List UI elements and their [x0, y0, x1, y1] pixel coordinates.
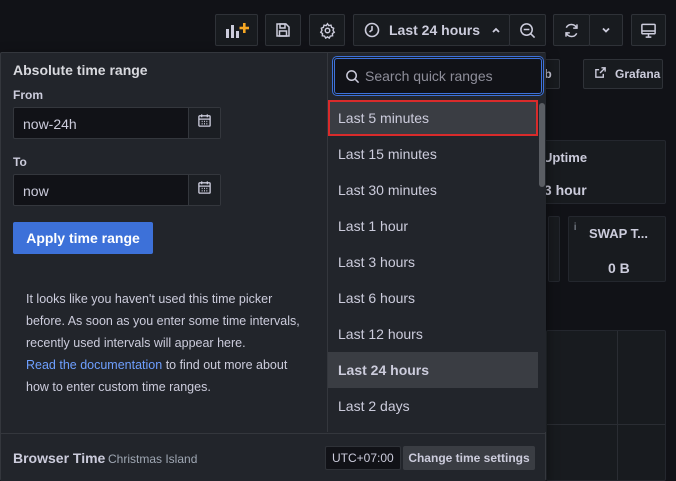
quick-range-item-selected[interactable]: Last 24 hours: [328, 352, 538, 388]
quick-range-item[interactable]: Last 30 minutes: [328, 172, 538, 208]
grid-line: [617, 331, 618, 480]
uptime-panel-title: Uptime: [543, 150, 588, 165]
to-field[interactable]: now: [13, 174, 221, 206]
quick-ranges-panel: Last 5 minutes Last 15 minutes Last 30 m…: [327, 53, 546, 432]
uptime-panel[interactable]: Uptime .3 hour: [530, 140, 666, 204]
from-calendar-button[interactable]: [188, 108, 220, 138]
to-calendar-button[interactable]: [188, 175, 220, 205]
graph-panel[interactable]: [546, 330, 666, 481]
grafana-link-button[interactable]: Grafana: [583, 59, 663, 89]
swap-panel-value: 0 B: [608, 260, 630, 276]
to-value: now: [23, 183, 49, 199]
refresh-icon: [563, 22, 580, 39]
quick-range-item[interactable]: Last 15 minutes: [328, 136, 538, 172]
save-dashboard-button[interactable]: [265, 14, 301, 46]
timezone-label: Browser Time: [13, 450, 106, 466]
quick-ranges-list: Last 5 minutes Last 15 minutes Last 30 m…: [328, 100, 538, 424]
dashboard-settings-button[interactable]: [309, 14, 345, 46]
quick-range-item[interactable]: Last 5 minutes: [328, 100, 538, 136]
refresh-button[interactable]: [553, 14, 590, 46]
external-link-icon: [594, 66, 607, 82]
zoom-out-icon: [519, 22, 536, 39]
from-value: now-24h: [23, 116, 77, 132]
scrollbar-thumb[interactable]: [539, 103, 545, 187]
add-panel-button[interactable]: [215, 14, 258, 46]
help-text: It looks like you haven't used this time…: [26, 288, 306, 398]
search-icon: [345, 69, 360, 89]
chevron-down-icon: [601, 25, 611, 35]
uptime-panel-value: .3 hour: [540, 182, 587, 198]
documentation-link[interactable]: Read the documentation: [26, 358, 162, 372]
from-label: From: [13, 88, 43, 102]
calendar-icon: [197, 180, 212, 200]
quick-range-item[interactable]: Last 3 hours: [328, 244, 538, 280]
quick-ranges-search[interactable]: [334, 58, 542, 94]
calendar-icon: [197, 113, 212, 133]
absolute-time-range-title: Absolute time range: [13, 62, 148, 78]
time-range-label: Last 24 hours: [389, 22, 481, 38]
tv-mode-button[interactable]: [631, 14, 666, 46]
bar-chart-plus-icon: [225, 21, 249, 39]
timezone-offset-badge: UTC+07:00: [325, 446, 401, 470]
quick-range-item[interactable]: Last 1 hour: [328, 208, 538, 244]
grafana-link-label: Grafana: [615, 67, 661, 81]
swap-total-panel[interactable]: i SWAP T... 0 B: [568, 216, 666, 282]
monitor-icon: [640, 22, 657, 39]
change-time-settings-button[interactable]: Change time settings: [403, 446, 535, 470]
quick-ranges-search-input[interactable]: [365, 66, 535, 86]
info-icon[interactable]: i: [574, 222, 576, 233]
clock-icon: [364, 22, 380, 38]
quick-range-item[interactable]: Last 6 hours: [328, 280, 538, 316]
to-label: To: [13, 155, 27, 169]
gear-icon: [319, 22, 336, 39]
time-range-picker-button[interactable]: Last 24 hours: [353, 14, 510, 46]
chevron-up-icon: [491, 25, 501, 35]
apply-time-range-button[interactable]: Apply time range: [13, 222, 153, 254]
grid-line: [547, 424, 665, 425]
swap-panel-title: SWAP T...: [589, 226, 648, 241]
help-message: It looks like you haven't used this time…: [26, 292, 300, 350]
timezone-region: Christmas Island: [108, 452, 198, 466]
stat-panel[interactable]: [548, 216, 560, 282]
quick-range-item[interactable]: Last 12 hours: [328, 316, 538, 352]
picker-footer: Browser Time Christmas Island UTC+07:00 …: [1, 433, 545, 481]
zoom-out-button[interactable]: [509, 14, 546, 46]
save-icon: [275, 22, 291, 38]
time-picker-dropdown: Absolute time range From now-24h To now …: [0, 52, 546, 481]
from-field[interactable]: now-24h: [13, 107, 221, 139]
refresh-interval-dropdown[interactable]: [589, 14, 623, 46]
quick-range-item[interactable]: Last 2 days: [328, 388, 538, 424]
